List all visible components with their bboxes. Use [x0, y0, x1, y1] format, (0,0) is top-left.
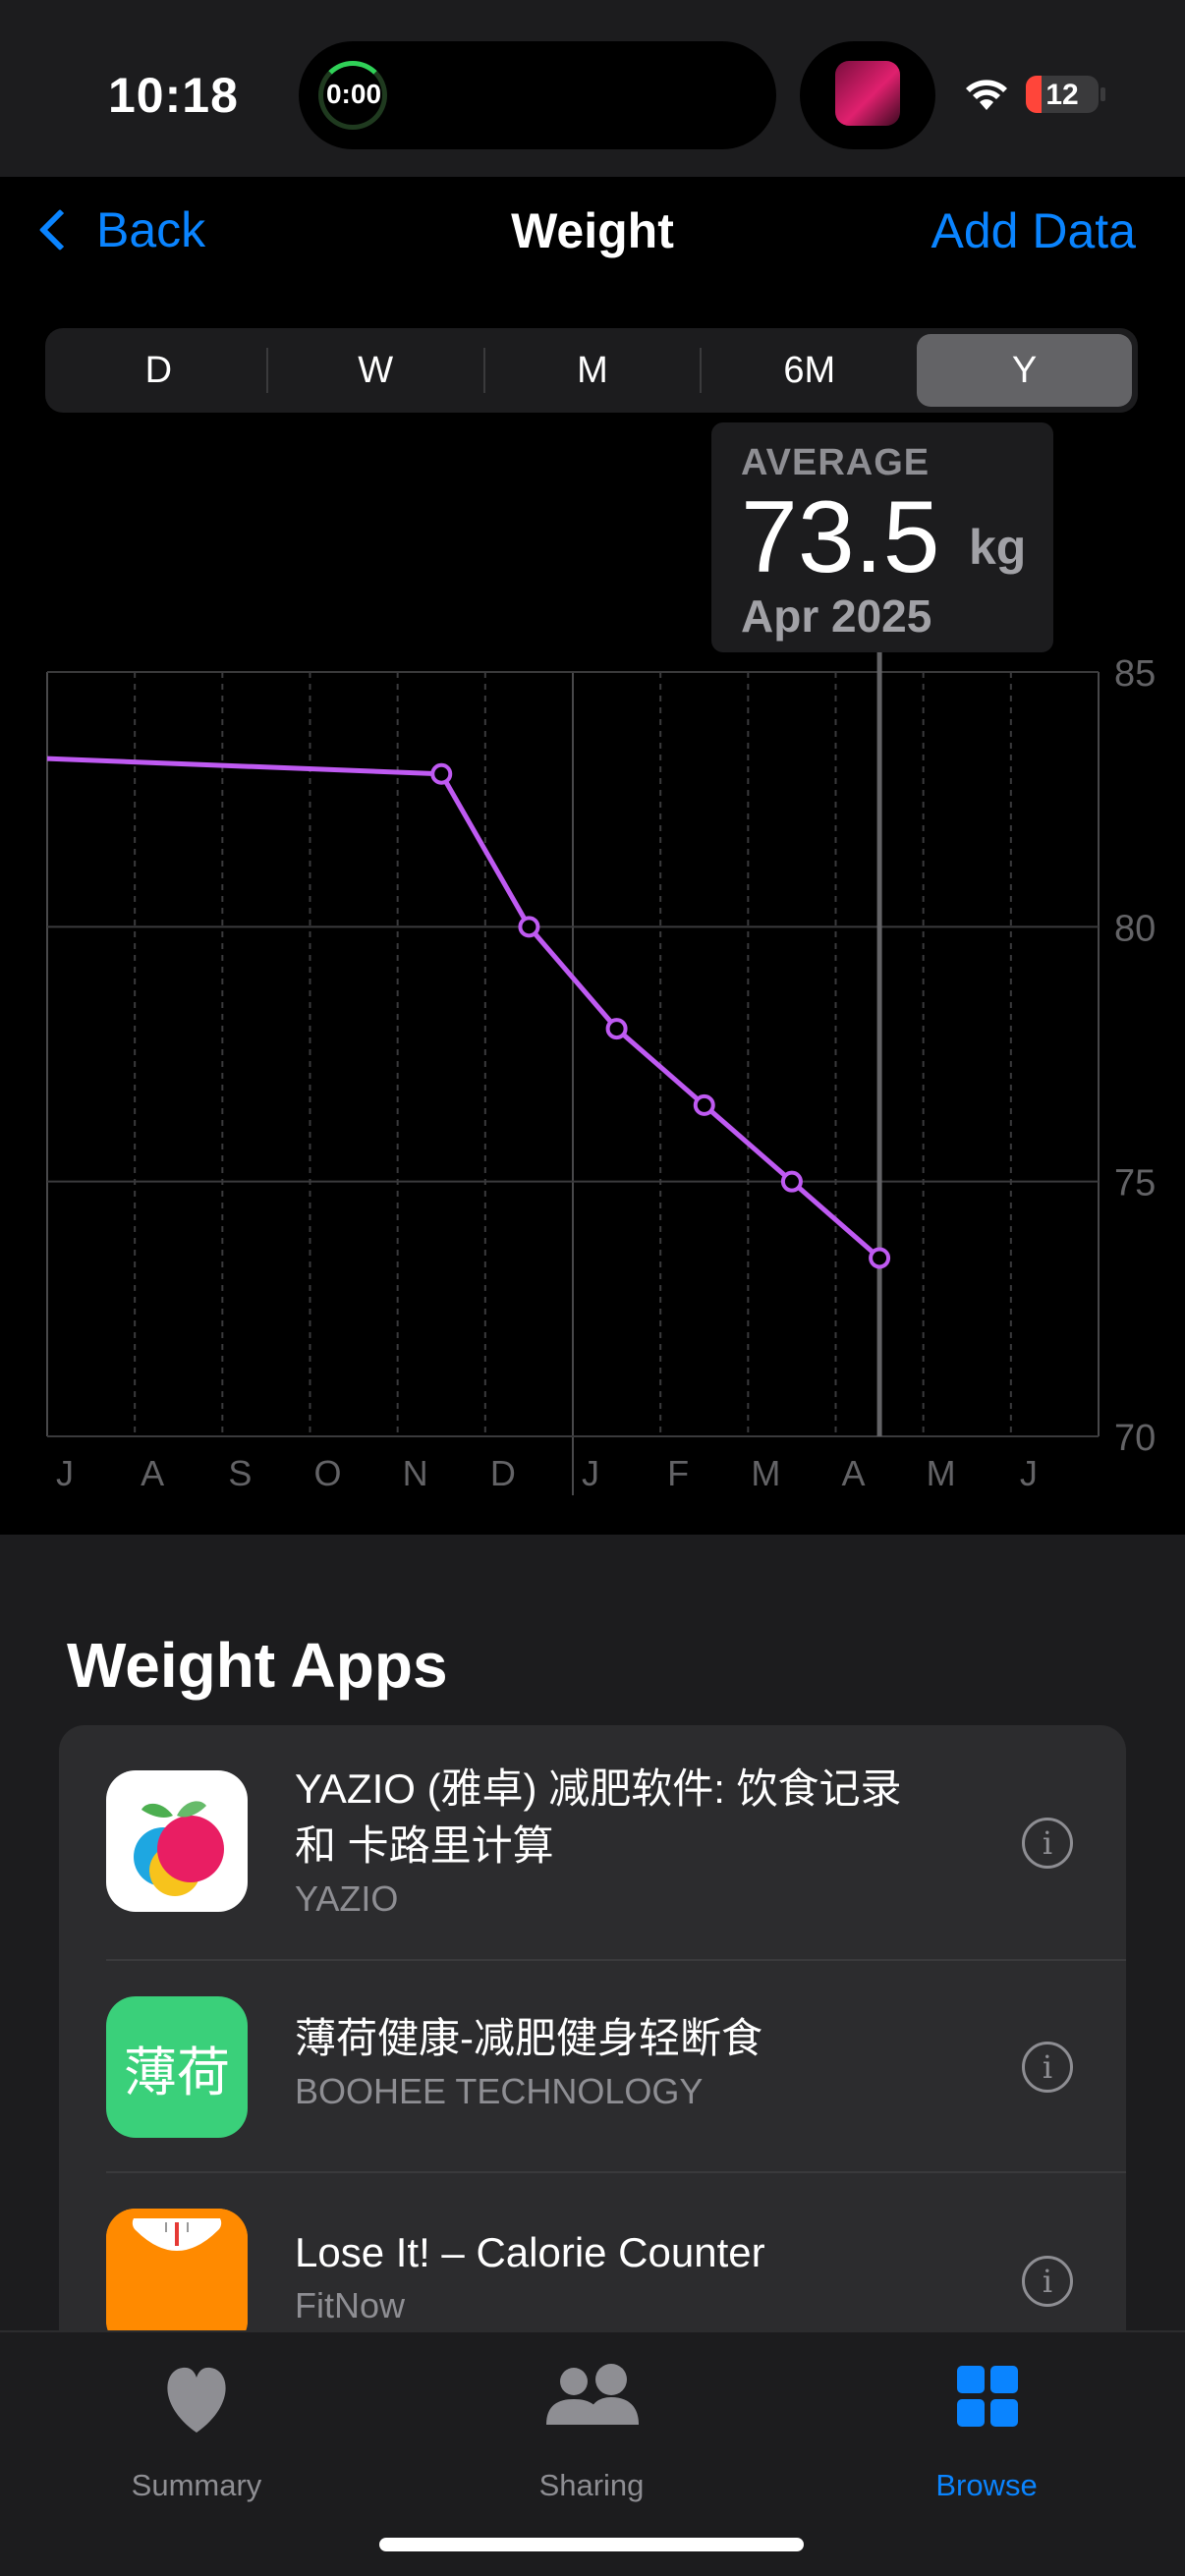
app-title-line1: Lose It! – Calorie Counter	[295, 2229, 765, 2275]
tab-summary[interactable]: Summary	[98, 2360, 295, 2502]
timer-text: 0:00	[325, 79, 382, 109]
app-title-line2: 和 卡路里计算	[295, 1822, 554, 1869]
info-icon[interactable]: i	[1022, 1818, 1073, 1869]
app-title-line1: 薄荷健康-减肥健身轻断食	[295, 2015, 762, 2061]
y-tick-label: 80	[1114, 908, 1156, 949]
status-clock: 10:18	[108, 68, 239, 123]
loseit-app-icon	[106, 2209, 248, 2350]
app-developer: YAZIO	[295, 1878, 399, 1919]
dynamic-island-media[interactable]	[800, 41, 935, 149]
app-developer: FitNow	[295, 2285, 406, 2325]
x-tick-label: J	[582, 1453, 599, 1493]
data-point	[430, 762, 453, 785]
tab-label: Browse	[935, 2468, 1038, 2502]
chart-area: D W M 6M Y 85 80 75 70 J A S O N D J F M A M J AVERAGE …	[0, 295, 1185, 1535]
tab-label: Sharing	[538, 2468, 645, 2502]
data-point	[518, 916, 540, 938]
tab-sharing[interactable]: Sharing	[493, 2360, 690, 2502]
x-tick-label: J	[56, 1453, 74, 1493]
average-callout: AVERAGE 73.5 kg Apr 2025	[711, 422, 1053, 652]
data-point	[869, 1247, 891, 1269]
y-tick-label: 75	[1114, 1163, 1156, 1204]
boohee-app-icon: 薄荷	[106, 1996, 248, 2138]
tab-browse[interactable]: Browse	[888, 2360, 1085, 2502]
x-tick-label: O	[313, 1453, 341, 1493]
home-indicator	[379, 2538, 804, 2551]
average-unit: kg	[969, 520, 1027, 575]
now-playing-artwork	[835, 61, 900, 126]
apps-list: YAZIO (雅卓) 减肥软件: 饮食记录 和 卡路里计算 YAZIO i 薄荷…	[59, 1725, 1126, 2413]
app-developer: BOOHEE TECHNOLOGY	[295, 2071, 704, 2111]
battery-icon: 12	[1026, 76, 1099, 113]
data-point	[780, 1170, 803, 1193]
x-tick-label: F	[667, 1453, 689, 1493]
x-tick-label: J	[1020, 1453, 1038, 1493]
app-row-yazio[interactable]: YAZIO (雅卓) 减肥软件: 饮食记录 和 卡路里计算 YAZIO i	[59, 1725, 1126, 1959]
weight-apps-section: Weight Apps YAZIO (雅卓) 减肥软件: 饮食记录 和 卡路里计…	[0, 1535, 1185, 2413]
dynamic-island[interactable]: 0:00	[299, 41, 776, 149]
x-tick-label: S	[228, 1453, 252, 1493]
y-tick-label: 70	[1114, 1418, 1156, 1459]
section-heading: Weight Apps	[67, 1630, 448, 1701]
info-icon[interactable]: i	[1022, 2256, 1073, 2307]
boohee-icon-text: 薄荷	[124, 2043, 230, 2102]
x-tick-label: M	[927, 1453, 956, 1493]
average-value: 73.5	[741, 480, 940, 594]
grid-icon	[957, 2366, 1018, 2427]
y-tick-label: 85	[1114, 653, 1156, 695]
status-bar: 10:18 0:00 12 Back Weight Add Data	[0, 0, 1185, 258]
x-tick-label: N	[403, 1453, 428, 1493]
battery-cap	[1100, 87, 1105, 101]
data-point	[605, 1018, 628, 1040]
average-label: AVERAGE	[741, 442, 931, 483]
series-line	[46, 756, 881, 1260]
info-icon[interactable]: i	[1022, 2042, 1073, 2093]
add-data-button[interactable]: Add Data	[931, 202, 1136, 259]
app-title-line1: YAZIO (雅卓) 减肥软件: 饮食记录	[295, 1765, 902, 1812]
data-point	[693, 1093, 715, 1116]
x-tick-label: A	[841, 1453, 865, 1493]
battery-percent: 12	[1045, 79, 1079, 111]
wifi-icon	[966, 80, 1007, 110]
x-tick-label: D	[490, 1453, 516, 1493]
yazio-app-icon	[106, 1770, 248, 1912]
people-icon	[546, 2364, 639, 2425]
average-date: Apr 2025	[741, 590, 932, 642]
heart-icon	[167, 2367, 226, 2433]
app-row-boohee[interactable]: 薄荷 薄荷健康-减肥健身轻断食 BOOHEE TECHNOLOGY i	[59, 1961, 1126, 2171]
tab-label: Summary	[131, 2468, 262, 2502]
x-tick-label: M	[751, 1453, 780, 1493]
x-tick-label: A	[141, 1453, 164, 1493]
